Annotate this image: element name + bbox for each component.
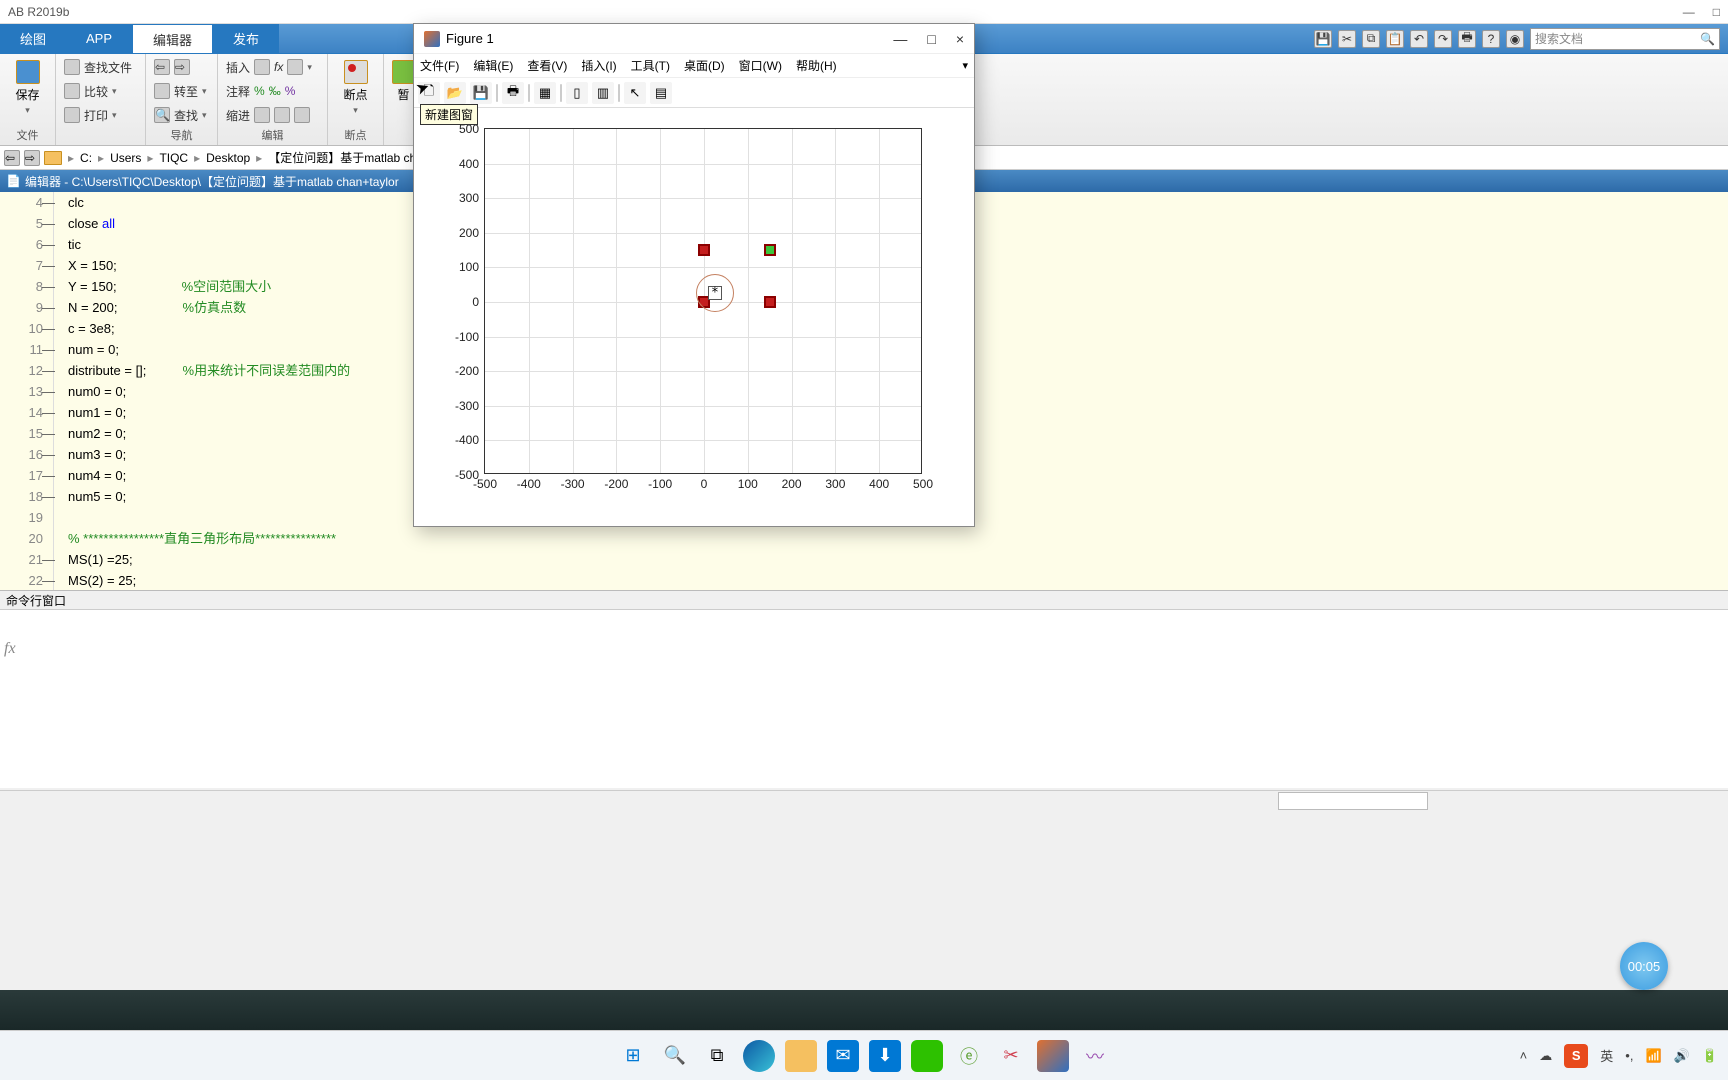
edge-icon[interactable]: [743, 1040, 775, 1072]
start-icon[interactable]: ⊞: [617, 1040, 649, 1072]
desktop-background: [0, 990, 1728, 1030]
matlab-logo-icon: [424, 31, 440, 47]
edit-group-label: 编辑: [218, 127, 327, 143]
menu-more-icon[interactable]: ▾: [962, 59, 968, 72]
help-icon[interactable]: ?: [1482, 30, 1500, 48]
menu-view[interactable]: 查看(V): [527, 57, 567, 74]
comment-button[interactable]: 注释 % ‰ %: [226, 80, 319, 102]
figure-toolbar: ➤ 🗋 📂 💾 🖶 ▦ ▯ ▥ ↖ ▤ 新建图窗: [414, 78, 974, 108]
menu-help[interactable]: 帮助(H): [796, 57, 837, 74]
print-button[interactable]: 打印▾: [64, 104, 137, 126]
figure-title: Figure 1: [446, 31, 494, 46]
insert-button[interactable]: 插入 fx ▾: [226, 56, 319, 78]
pointer-icon[interactable]: ↖: [624, 82, 646, 104]
ime-dot-icon[interactable]: •,: [1625, 1048, 1633, 1063]
wifi-icon[interactable]: 📶: [1645, 1048, 1661, 1064]
wechat-icon[interactable]: [911, 1040, 943, 1072]
nav-back-button[interactable]: ⇦⇨: [154, 56, 209, 78]
app-title: AB R2019b: [8, 5, 69, 19]
cut-icon[interactable]: ✂: [1338, 30, 1356, 48]
taskview-icon[interactable]: ⧉: [701, 1040, 733, 1072]
command-window-title: 命令行窗口: [0, 590, 1728, 610]
compare-button[interactable]: 比较▾: [64, 80, 137, 102]
save-figure-icon[interactable]: 💾: [470, 82, 492, 104]
onedrive-icon[interactable]: ☁: [1539, 1048, 1552, 1064]
timer-badge: 00:05: [1620, 942, 1668, 990]
figure-maximize[interactable]: □: [927, 31, 935, 47]
browser-icon[interactable]: ⓔ: [953, 1040, 985, 1072]
save-button[interactable]: 保存 ▾: [8, 56, 47, 120]
link-icon[interactable]: ▦: [534, 82, 556, 104]
tooltip: 新建图窗: [420, 104, 478, 125]
goto-button[interactable]: 转至▾: [154, 80, 209, 102]
dock-icon[interactable]: ▯: [566, 82, 588, 104]
print-icon[interactable]: 🖶: [1458, 30, 1476, 48]
tab-plot[interactable]: 绘图: [0, 24, 66, 53]
save-icon[interactable]: 💾: [1314, 30, 1332, 48]
back-icon[interactable]: ⇦: [4, 150, 20, 166]
tray-up-icon[interactable]: ˄: [1520, 1048, 1528, 1063]
copy-icon[interactable]: ⧉: [1362, 30, 1380, 48]
menu-edit[interactable]: 编辑(E): [473, 57, 513, 74]
matlab-icon[interactable]: [1037, 1040, 1069, 1072]
store-icon[interactable]: ⬇: [869, 1040, 901, 1072]
figure-titlebar[interactable]: Figure 1 — □ ×: [414, 24, 974, 54]
breakpoint-button[interactable]: 断点 ▾: [336, 56, 375, 120]
explorer-icon[interactable]: [785, 1040, 817, 1072]
status-box: [1278, 792, 1428, 810]
command-window[interactable]: fx: [0, 610, 1728, 788]
figure-close[interactable]: ×: [956, 31, 964, 47]
menu-insert[interactable]: 插入(I): [581, 57, 616, 74]
window-minimize[interactable]: —: [1683, 5, 1695, 19]
app-titlebar: AB R2019b — □: [0, 0, 1728, 24]
figure-menubar: 文件(F) 编辑(E) 查看(V) 插入(I) 工具(T) 桌面(D) 窗口(W…: [414, 54, 974, 78]
ime-logo-icon[interactable]: S: [1564, 1044, 1588, 1068]
mail-icon[interactable]: ✉: [827, 1040, 859, 1072]
print-figure-icon[interactable]: 🖶: [502, 82, 524, 104]
breakpoint-group-label: 断点: [328, 127, 383, 143]
colorbar-icon[interactable]: ▥: [592, 82, 614, 104]
undo-icon[interactable]: ↶: [1410, 30, 1428, 48]
fwd-icon[interactable]: ⇨: [24, 150, 40, 166]
search-icon: 🔍: [1700, 32, 1715, 46]
snip-icon[interactable]: ✂: [995, 1040, 1027, 1072]
quick-access-toolbar: 💾 ✂ ⧉ 📋 ↶ ↷ 🖶 ? ◉ 搜索文档 🔍: [1306, 24, 1728, 53]
legend-icon[interactable]: ▤: [650, 82, 672, 104]
file-icon: 📄: [6, 174, 21, 188]
paste-icon[interactable]: 📋: [1386, 30, 1404, 48]
volume-icon[interactable]: 🔊: [1674, 1048, 1690, 1064]
axes: -500-400-300-200-1000100200300400500-500…: [484, 128, 922, 474]
system-tray: ˄ ☁ S 英 •, 📶 🔊 🔋: [1520, 1044, 1718, 1068]
figure-window[interactable]: Figure 1 — □ × 文件(F) 编辑(E) 查看(V) 插入(I) 工…: [413, 23, 975, 527]
open-icon[interactable]: 📂: [444, 82, 466, 104]
tab-publish[interactable]: 发布: [213, 24, 279, 53]
find-files-button[interactable]: 查找文件: [64, 56, 137, 78]
window-maximize[interactable]: □: [1713, 5, 1720, 19]
tab-editor[interactable]: 编辑器: [132, 24, 213, 53]
plot-area: -500-400-300-200-1000100200300400500-500…: [414, 108, 974, 526]
menu-window[interactable]: 窗口(W): [739, 57, 782, 74]
search-docs-input[interactable]: 搜索文档 🔍: [1530, 28, 1720, 50]
fx-prompt-icon: fx: [4, 640, 16, 658]
folder-icon[interactable]: [44, 151, 62, 165]
menu-file[interactable]: 文件(F): [420, 57, 459, 74]
find-button[interactable]: 🔍查找▾: [154, 104, 209, 126]
menu-tools[interactable]: 工具(T): [631, 57, 670, 74]
tab-app[interactable]: APP: [66, 24, 132, 53]
taskbar: ⊞ 🔍 ⧉ ✉ ⬇ ⓔ ✂ 〰 ˄ ☁ S 英 •, 📶 🔊 🔋: [0, 1030, 1728, 1080]
indent-button[interactable]: 缩进: [226, 104, 319, 126]
search-task-icon[interactable]: 🔍: [659, 1040, 691, 1072]
statusbar: [0, 790, 1728, 810]
battery-icon[interactable]: 🔋: [1702, 1048, 1718, 1064]
login-icon[interactable]: ◉: [1506, 30, 1524, 48]
app2-icon[interactable]: 〰: [1079, 1040, 1111, 1072]
figure-minimize[interactable]: —: [893, 31, 907, 47]
file-group-label: 文件: [0, 127, 55, 143]
nav-group-label: 导航: [146, 127, 217, 143]
menu-desktop[interactable]: 桌面(D): [684, 57, 725, 74]
redo-icon[interactable]: ↷: [1434, 30, 1452, 48]
ime-lang[interactable]: 英: [1600, 1046, 1613, 1065]
pause-button[interactable]: 暂: [392, 56, 415, 107]
